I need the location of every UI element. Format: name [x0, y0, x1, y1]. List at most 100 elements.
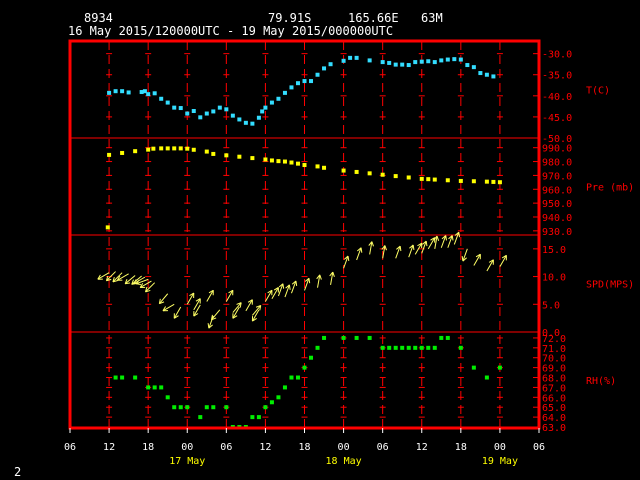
temperature-point: [113, 89, 118, 94]
temperature-point: [250, 121, 255, 126]
wind-arrow: [193, 304, 201, 317]
humidity-point: [419, 345, 424, 350]
temperature-point: [269, 100, 274, 105]
y-tick-label: 990.0: [542, 144, 572, 155]
pressure-point: [491, 179, 496, 184]
temperature-point: [165, 100, 170, 105]
temperature-axis-label: T(C): [586, 86, 610, 97]
temperature-point: [159, 96, 164, 101]
humidity-point: [400, 345, 405, 350]
station-elevation: 63M: [421, 11, 443, 25]
humidity-point: [426, 345, 431, 350]
wind-arrow: [193, 298, 201, 311]
pressure-point: [419, 176, 424, 181]
humidity-point: [152, 385, 157, 390]
temperature-point: [439, 58, 444, 63]
pressure-point: [393, 174, 398, 179]
y-tick-label: -30.0: [542, 50, 572, 61]
temperature-point: [224, 107, 229, 112]
humidity-point: [315, 345, 320, 350]
temperature-point: [484, 72, 489, 77]
pressure-point: [172, 146, 177, 151]
temperature-point: [204, 111, 209, 116]
y-tick-label: -40.0: [542, 92, 572, 103]
x-tick-label: 06: [220, 442, 232, 453]
pressure-point: [263, 157, 268, 162]
humidity-point: [289, 375, 294, 380]
humidity-point: [204, 405, 209, 410]
wind-axis-label: SPD(MPS): [586, 280, 634, 291]
humidity-point: [458, 345, 463, 350]
pressure-point: [151, 146, 156, 151]
pressure-point: [165, 146, 170, 151]
humidity-point: [120, 375, 125, 380]
temperature-point: [295, 81, 300, 86]
humidity-point: [172, 405, 177, 410]
x-tick-label: 06: [64, 442, 76, 453]
station-id: 8934: [84, 11, 113, 25]
temperature-point: [302, 79, 307, 84]
pressure-point: [445, 178, 450, 183]
temperature-point: [419, 59, 424, 64]
temperature-point: [478, 71, 483, 76]
wind-arrow: [210, 309, 221, 321]
pressure-point: [120, 150, 125, 155]
wind-arrow: [173, 306, 182, 319]
temperature-point: [172, 105, 177, 110]
temperature-point: [328, 62, 333, 67]
pressure-point: [159, 146, 164, 151]
pressure-point: [204, 149, 209, 154]
x-tick-label: 12: [259, 442, 271, 453]
wind-arrow: [453, 231, 461, 245]
temperature-point: [458, 57, 463, 62]
humidity-point: [113, 375, 118, 380]
pressure-point: [432, 177, 437, 182]
wind-arrow: [421, 240, 428, 254]
pressure-point: [237, 154, 242, 159]
humidity-point: [146, 385, 151, 390]
wind-arrow: [486, 259, 494, 272]
humidity-point: [185, 405, 190, 410]
wind-arrow: [304, 277, 311, 291]
humidity-point: [159, 385, 164, 390]
wind-arrow: [206, 289, 214, 302]
wind-arrow: [316, 274, 322, 288]
y-tick-label: 970.0: [542, 171, 572, 182]
y-tick-label: -45.0: [542, 113, 572, 124]
pressure-point: [295, 161, 300, 166]
pressure-point: [178, 146, 183, 151]
time-period: 16 May 2015/120000UTC - 19 May 2015/0000…: [68, 24, 394, 38]
y-tick-label: 930.0: [542, 227, 572, 238]
humidity-point: [302, 365, 307, 370]
pressure-point: [341, 168, 346, 173]
humidity-point: [484, 375, 489, 380]
temperature-point: [256, 115, 261, 120]
x-tick-label: 00: [338, 442, 350, 453]
temperature-point: [237, 117, 242, 122]
temperature-point: [387, 60, 392, 65]
humidity-point: [263, 405, 268, 410]
humidity-point: [178, 405, 183, 410]
humidity-point: [295, 375, 300, 380]
humidity-point: [439, 335, 444, 340]
humidity-point: [380, 345, 385, 350]
wind-arrow: [461, 248, 468, 262]
temperature-point: [211, 109, 216, 114]
pressure-point: [276, 159, 281, 164]
temperature-point: [230, 113, 235, 118]
y-tick-label: -35.0: [542, 71, 572, 82]
temperature-point: [126, 90, 131, 95]
pressure-axis-label: Pre (mb): [586, 183, 634, 194]
pressure-point: [354, 169, 359, 174]
humidity-point: [445, 335, 450, 340]
humidity-point: [224, 405, 229, 410]
y-tick-label: 5.0: [542, 300, 560, 311]
humidity-point: [133, 375, 138, 380]
pressure-point: [146, 147, 151, 152]
humidity-point: [387, 345, 392, 350]
pressure-point: [367, 171, 372, 176]
temperature-point: [471, 65, 476, 70]
wind-arrow: [440, 235, 447, 248]
wind-arrow: [395, 245, 402, 259]
date-label: 19 May: [482, 456, 518, 467]
